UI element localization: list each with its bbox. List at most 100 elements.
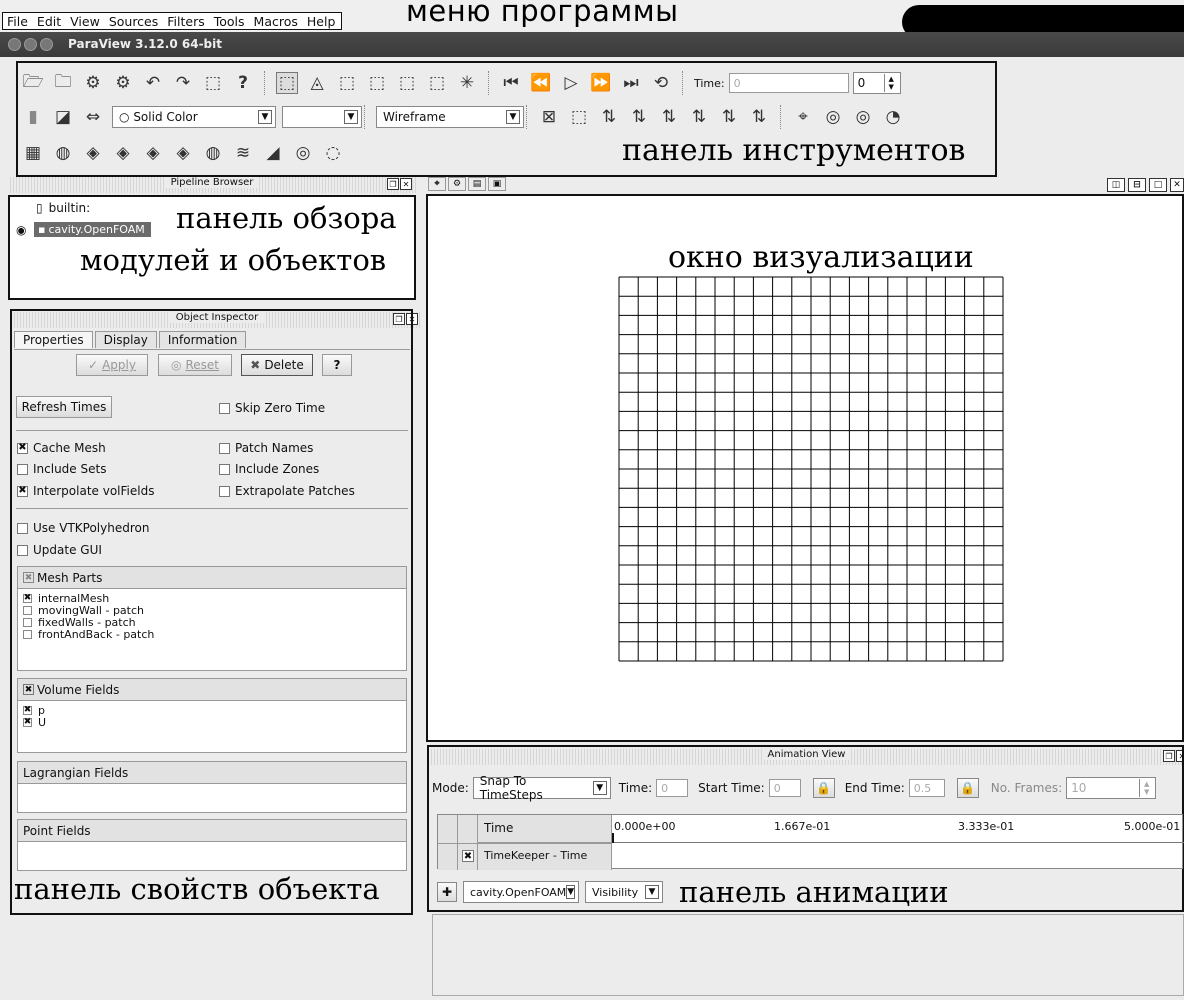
select-points-icon[interactable]: ⬚: [336, 72, 358, 94]
first-frame-icon[interactable]: ⏮: [500, 72, 522, 94]
render-view[interactable]: окно визуализации: [426, 194, 1184, 742]
end-time-field[interactable]: 0.5: [908, 779, 945, 797]
open-icon[interactable]: 🗁: [22, 72, 44, 94]
slice-icon[interactable]: ◈: [112, 142, 134, 164]
interact-icon[interactable]: ⬚: [276, 72, 298, 94]
center-axes-icon[interactable]: ⌖: [792, 106, 814, 128]
spreadsheet-icon[interactable]: ▤: [468, 177, 486, 191]
select-block-icon[interactable]: ⬚: [396, 72, 418, 94]
next-frame-icon[interactable]: ⏩: [590, 72, 612, 94]
split-vertical-icon[interactable]: ⊟: [1128, 178, 1146, 192]
lagrangian-fields-header[interactable]: Lagrangian Fields: [18, 762, 406, 784]
previous-frame-icon[interactable]: ⏪: [530, 72, 552, 94]
menu-edit[interactable]: Edit: [37, 14, 61, 29]
play-icon[interactable]: ▷: [560, 72, 582, 94]
rescale-range-icon[interactable]: ⇔: [82, 106, 104, 128]
time-cursor[interactable]: [612, 833, 614, 843]
include-zones-checkbox[interactable]: Include Zones: [219, 462, 319, 476]
view-minus-x-icon[interactable]: ⇅: [628, 106, 650, 128]
view-minus-y-icon[interactable]: ⇅: [688, 106, 710, 128]
reset-button[interactable]: ◎ Reset: [158, 354, 232, 376]
help-icon[interactable]: ?: [232, 72, 254, 94]
list-item[interactable]: fixedWalls - patch: [18, 616, 406, 629]
menu-help[interactable]: Help: [307, 14, 336, 29]
close-icon[interactable]: ✕: [1170, 178, 1184, 192]
rotate-icon[interactable]: ◎: [822, 106, 844, 128]
checkbox-box[interactable]: ✖: [23, 684, 34, 695]
lock-start-icon[interactable]: 🔒: [812, 778, 835, 798]
capture-icon[interactable]: ▣: [488, 177, 506, 191]
loop-icon[interactable]: ⟲: [650, 72, 672, 94]
use-vtkpolyhedron-checkbox[interactable]: Use VTKPolyhedron: [17, 521, 149, 535]
edit-color-map-icon[interactable]: ◪: [52, 106, 74, 128]
extract-subset-icon[interactable]: ◈: [172, 142, 194, 164]
representation-combo[interactable]: Wireframe ▼: [376, 106, 524, 128]
tab-properties[interactable]: Properties: [14, 331, 93, 348]
property-combo[interactable]: Visibility ▼: [585, 881, 663, 903]
menu-filters[interactable]: Filters: [167, 14, 204, 29]
redo-icon[interactable]: ↷: [172, 72, 194, 94]
tab-information[interactable]: Information: [158, 331, 247, 348]
maximize-icon[interactable]: [40, 38, 53, 51]
cache-mesh-checkbox[interactable]: ✖ Cache Mesh: [17, 441, 106, 455]
list-item[interactable]: movingWall - patch: [18, 604, 406, 617]
spin-arrows-icon[interactable]: ▲ ▼: [883, 74, 898, 92]
mesh-grid[interactable]: [618, 276, 1004, 662]
view-minus-z-icon[interactable]: ⇅: [748, 106, 770, 128]
menu-sources[interactable]: Sources: [109, 14, 158, 29]
checkbox-box[interactable]: ✖: [462, 850, 474, 862]
mode-combo[interactable]: Snap To TimeSteps ▼: [472, 774, 611, 802]
color-legend-icon[interactable]: ▮: [22, 106, 44, 128]
select-poly-icon[interactable]: ⬚: [426, 72, 448, 94]
skip-zero-time-checkbox[interactable]: Skip Zero Time: [219, 401, 325, 415]
orientation-icon[interactable]: ◔: [882, 106, 904, 128]
checkbox-box[interactable]: ✖: [23, 572, 34, 583]
camera-undo-icon[interactable]: ⬚: [202, 72, 224, 94]
pipeline-item-builtin[interactable]: ▯ builtin:: [36, 201, 90, 215]
help-button[interactable]: ?: [322, 354, 352, 376]
select-cells-icon[interactable]: ◬: [306, 72, 328, 94]
zoom-to-box-icon[interactable]: ⬚: [568, 106, 590, 128]
disconnect-icon[interactable]: ⚙: [112, 72, 134, 94]
anim-time-field[interactable]: 0: [656, 779, 689, 797]
start-time-field[interactable]: 0: [768, 779, 801, 797]
source-combo[interactable]: cavity.OpenFOAM ▼: [463, 881, 579, 903]
color-by-combo[interactable]: ○ Solid Color ▼: [112, 106, 276, 128]
time-field[interactable]: 0: [728, 73, 849, 93]
view-settings-icon[interactable]: ⚙: [448, 177, 466, 191]
track-timekeeper[interactable]: TimeKeeper - Time: [478, 844, 612, 870]
view-plus-x-icon[interactable]: ⇅: [598, 106, 620, 128]
list-item[interactable]: ✖ internalMesh: [18, 592, 406, 605]
glyph-icon[interactable]: ◍: [202, 142, 224, 164]
include-sets-checkbox[interactable]: Include Sets: [17, 462, 106, 476]
minimize-icon[interactable]: [24, 38, 37, 51]
reset-camera-icon[interactable]: ⊠: [538, 106, 560, 128]
lock-end-icon[interactable]: 🔒: [956, 778, 979, 798]
volume-fields-header[interactable]: ✖ Volume Fields: [18, 679, 406, 701]
camera-link-icon[interactable]: ⌖: [428, 177, 446, 191]
connect-icon[interactable]: ⚙: [82, 72, 104, 94]
maximize-icon[interactable]: □: [1149, 178, 1167, 192]
eye-icon[interactable]: ◉: [16, 223, 26, 237]
pipeline-item-cavity[interactable]: ▪ cavity.OpenFOAM: [34, 222, 151, 237]
delete-button[interactable]: ✖ Delete: [241, 354, 313, 376]
float-icon[interactable]: ❐: [387, 178, 399, 190]
split-horizontal-icon[interactable]: ◫: [1107, 178, 1125, 192]
interpolate-volfields-checkbox[interactable]: ✖ Interpolate volFields: [17, 484, 154, 498]
update-gui-checkbox[interactable]: Update GUI: [17, 543, 102, 557]
close-icon[interactable]: [8, 38, 21, 51]
warp-icon[interactable]: ◢: [262, 142, 284, 164]
add-track-icon[interactable]: ✚: [437, 882, 457, 902]
spin-arrows-icon[interactable]: ▲ ▼: [1139, 779, 1153, 797]
last-frame-icon[interactable]: ⏭: [620, 72, 642, 94]
apply-button[interactable]: ✓ Apply: [76, 354, 148, 376]
time-index-spinbox[interactable]: 0 ▲ ▼: [852, 72, 901, 94]
list-item[interactable]: frontAndBack - patch: [18, 628, 406, 641]
clear-selection-icon[interactable]: ✳: [456, 72, 478, 94]
refresh-times-button[interactable]: Refresh Times: [16, 396, 112, 418]
group-datasets-icon[interactable]: ◎: [292, 142, 314, 164]
clip-icon[interactable]: ◈: [82, 142, 104, 164]
threshold-icon[interactable]: ◈: [142, 142, 164, 164]
pick-center-icon[interactable]: ◎: [852, 106, 874, 128]
extrapolate-patches-checkbox[interactable]: Extrapolate Patches: [219, 484, 355, 498]
